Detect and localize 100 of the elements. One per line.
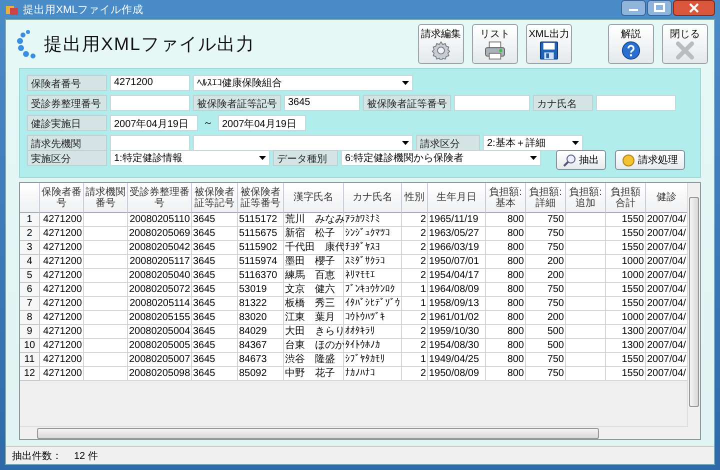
column-header[interactable]: カナ氏名 [344, 183, 402, 213]
table-cell: 2007/04/ [646, 283, 688, 297]
table-cell: ｺｳﾄｳﾊﾂﾞｷ [344, 311, 402, 325]
column-header[interactable]: 保険者番号 [40, 183, 84, 213]
table-cell: ﾌﾞﾝｷｮｳｹﾝﾛｸ [344, 283, 402, 297]
column-header[interactable]: 生年月日 [428, 183, 486, 213]
toolbar-button[interactable]: 解説 [608, 24, 654, 64]
dropdown-field[interactable]: 6:特定健診機関から保険者 [341, 150, 541, 166]
column-header[interactable]: 被保険者証等記号 [192, 183, 238, 213]
toolbar-button[interactable]: リスト [472, 24, 518, 64]
text-field[interactable]: 2007年04月19日 [218, 115, 306, 131]
action-button[interactable]: 抽出 [556, 150, 606, 170]
row-header[interactable]: 7 [20, 297, 40, 311]
table-cell: 4271200 [40, 325, 84, 339]
table-cell: 20080205114 [128, 297, 192, 311]
table-cell: ｵｵﾀｷﾗﾘ [344, 325, 402, 339]
row-header[interactable]: 6 [20, 283, 40, 297]
table-cell [566, 269, 606, 283]
range-separator: ～ [202, 117, 214, 130]
table-cell: 20080205042 [128, 241, 192, 255]
corner-header[interactable] [20, 183, 40, 213]
row-header[interactable]: 3 [20, 241, 40, 255]
column-header[interactable]: 負担額:詳細 [526, 183, 566, 213]
field-label: 被保険者証等記号 [193, 95, 281, 111]
table-cell: 3645 [192, 339, 238, 353]
table-cell: 4271200 [40, 255, 84, 269]
action-button[interactable]: 請求処理 [615, 150, 685, 170]
toolbar-button[interactable]: 請求編集 [418, 24, 464, 64]
column-header[interactable]: 負担額:基本 [486, 183, 526, 213]
table-cell: 81322 [238, 297, 284, 311]
row-header[interactable]: 10 [20, 339, 40, 353]
dropdown-field[interactable] [193, 135, 413, 151]
field-label: 受診券整理番号 [27, 95, 107, 111]
close-icon [673, 0, 715, 16]
table-cell: 1966/03/19 [428, 241, 486, 255]
search-icon [563, 154, 576, 166]
column-header[interactable]: 請求機関番号 [84, 183, 128, 213]
dropdown-field[interactable]: 1:特定健診情報 [110, 150, 270, 166]
text-field[interactable]: 3645 [284, 95, 360, 111]
table-cell: 1550 [606, 213, 646, 227]
table-cell: 3645 [192, 353, 238, 367]
dropdown-arrow-icon [572, 141, 579, 145]
table-cell: ｲﾀﾊﾞｼﾋﾃﾞｿﾞｳ [344, 297, 402, 311]
dropdown-field[interactable]: ﾍﾙｽｴｺ健康保険組合 [193, 75, 413, 91]
row-header[interactable]: 12 [20, 367, 40, 381]
row-header[interactable]: 8 [20, 311, 40, 325]
column-header[interactable]: 受診券整理番号 [128, 183, 192, 213]
table-cell: 渋谷 隆盛 [284, 353, 344, 367]
row-header[interactable]: 4 [20, 255, 40, 269]
table-cell: 200 [526, 311, 566, 325]
table-cell [84, 255, 128, 269]
row-header[interactable]: 2 [20, 227, 40, 241]
table-cell: 83020 [238, 311, 284, 325]
table-cell: 3645 [192, 227, 238, 241]
column-header[interactable]: 性別 [402, 183, 428, 213]
table-cell: 2007/04/ [646, 325, 688, 339]
table-cell [566, 241, 606, 255]
toolbar-button[interactable]: 閉じる [662, 24, 708, 64]
row-header[interactable]: 9 [20, 325, 40, 339]
table-cell: 4271200 [40, 283, 84, 297]
app-icon [5, 4, 19, 16]
row-header[interactable]: 1 [20, 213, 40, 227]
column-header[interactable]: 負担額:追加 [566, 183, 606, 213]
dropdown-arrow-icon [402, 81, 409, 85]
table-cell: 2 [402, 367, 428, 381]
text-field[interactable] [110, 135, 190, 151]
vertical-scrollbar[interactable] [687, 183, 700, 428]
column-header[interactable]: 負担額合計 [606, 183, 646, 213]
field-label: 保険者番号 [27, 75, 107, 91]
table-cell: ﾈﾘﾏﾓﾓｴ [344, 269, 402, 283]
table-cell: 5115675 [238, 227, 284, 241]
text-field[interactable]: 2007年04月19日 [110, 115, 198, 131]
table-cell: 3645 [192, 255, 238, 269]
text-field[interactable] [110, 95, 190, 111]
table-cell [566, 227, 606, 241]
table-cell: 1 [402, 283, 428, 297]
table-cell: 3645 [192, 269, 238, 283]
toolbar-button[interactable]: XML出力 [526, 24, 572, 64]
column-header[interactable]: 健診 [646, 183, 688, 213]
table-cell: ﾅｶﾉﾊﾅｺ [344, 367, 402, 381]
column-header[interactable]: 被保険者証等番号 [238, 183, 284, 213]
coin-icon [622, 154, 635, 166]
horizontal-scrollbar[interactable] [20, 426, 688, 439]
table-cell: 4271200 [40, 213, 84, 227]
row-header[interactable]: 11 [20, 353, 40, 367]
dropdown-field[interactable]: 2:基本＋詳細 [483, 135, 583, 151]
row-header[interactable]: 5 [20, 269, 40, 283]
table-cell: ｽﾐﾀﾞｻｸﾗｺ [344, 255, 402, 269]
close-icon [674, 41, 696, 60]
table-cell: 1961/01/02 [428, 311, 486, 325]
text-field[interactable] [596, 95, 676, 111]
text-field[interactable]: 4271200 [110, 75, 190, 91]
table-cell: 53019 [238, 283, 284, 297]
table-cell: 2 [402, 255, 428, 269]
gear-icon [430, 41, 452, 60]
text-field[interactable] [454, 95, 530, 111]
column-header[interactable]: 漢字氏名 [284, 183, 344, 213]
table-cell [566, 297, 606, 311]
table-cell: 1000 [606, 255, 646, 269]
table-cell: 1300 [606, 339, 646, 353]
